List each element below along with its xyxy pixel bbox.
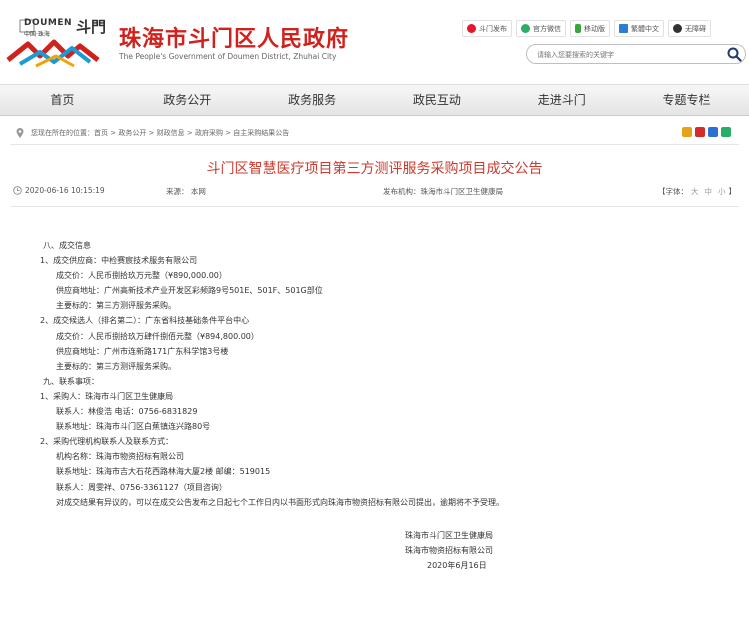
body-line: 2、采购代理机构联系人及联系方式： — [40, 437, 174, 447]
site-header: DOUMEN 中国·珠海 斗門 珠海市斗门区人民政府 The People's … — [0, 0, 749, 84]
nav-about-doumen[interactable]: 走进斗门 — [499, 85, 624, 115]
toplink-label: 繁體中文 — [631, 24, 659, 33]
toplink-wechat[interactable]: 官方微信 — [516, 20, 566, 37]
body-line: 机构名称：珠海市物资招标有限公司 — [56, 452, 184, 462]
publish-date: 2020-06-16 10:15:19 — [13, 186, 105, 195]
body-line: 对成交结果有异议的，可以在成交公告发布之日起七个工作日内以书面形式向珠海市物资招… — [56, 497, 504, 507]
divider — [10, 144, 739, 145]
renren-share-icon[interactable] — [708, 127, 718, 137]
publish-date-text: 2020-06-16 10:15:19 — [25, 186, 105, 195]
search-icon[interactable] — [727, 47, 742, 62]
body-line: 主要标的：第三方测评服务采购。 — [56, 361, 176, 371]
site-title-english: The People's Government of Doumen Distri… — [119, 52, 337, 61]
body-line: 1、采购人：珠海市斗门区卫生健康局 — [40, 391, 174, 401]
toplink-label: 斗门发布 — [479, 24, 507, 33]
nav-government-affairs[interactable]: 政务公开 — [125, 85, 250, 115]
font-size-large[interactable]: 大 — [691, 187, 699, 196]
nav-interaction[interactable]: 政民互动 — [374, 85, 499, 115]
body-line: 1、成交供应商：中检赛宸技术服务有限公司 — [40, 256, 198, 266]
weibo-share-icon[interactable] — [695, 127, 705, 137]
font-size-end: 】 — [728, 187, 737, 196]
toplink-accessibility[interactable]: 无障碍 — [668, 20, 711, 37]
toplink-weibo[interactable]: 斗门发布 — [462, 20, 512, 37]
body-line: 成交价：人民币捌拾玖万元整（¥890,000.00） — [56, 271, 227, 281]
publishing-org: 发布机构：珠海市斗门区卫生健康局 — [383, 187, 503, 196]
share-icons — [682, 127, 731, 137]
toplink-mobile[interactable]: 移动版 — [570, 20, 610, 37]
top-links: 斗门发布 官方微信 移动版 繁體中文 无障碍 — [462, 20, 711, 38]
breadcrumb[interactable]: 您现在所在的位置：首页 > 政务公开 > 财政信息 > 政府采购 > 自主采购结… — [31, 128, 289, 138]
toplink-label: 官方微信 — [533, 24, 561, 33]
clock-icon — [13, 186, 22, 195]
mobile-icon — [575, 24, 581, 33]
signoff-agency: 珠海市物资招标有限公司 — [405, 546, 493, 556]
divider — [10, 206, 739, 207]
wechat-share-icon[interactable] — [721, 127, 731, 137]
article-meta: 2020-06-16 10:15:19 来源： 本网 发布机构：珠海市斗门区卫生… — [0, 186, 749, 200]
font-size-medium[interactable]: 中 — [705, 187, 713, 196]
wechat-icon — [521, 24, 530, 33]
article-body: 八、成交信息 1、成交供应商：中检赛宸技术服务有限公司 成交价：人民币捌拾玖万元… — [40, 238, 730, 510]
traditional-chinese-icon — [619, 24, 628, 33]
article-title: 斗门区智慧医疗项目第三方测评服务采购项目成交公告 — [206, 161, 543, 177]
logo-text-china-zhuhai: 中国·珠海 — [24, 31, 50, 38]
body-line: 八、成交信息 — [43, 241, 91, 250]
toplink-traditional-chinese[interactable]: 繁體中文 — [614, 20, 664, 37]
breadcrumb-row: 您现在所在的位置：首页 > 政务公开 > 财政信息 > 政府采购 > 自主采购结… — [0, 124, 749, 142]
nav-home[interactable]: 首页 — [0, 85, 125, 115]
search-box — [526, 44, 746, 64]
logo-text-doumen-chinese: 斗門 — [76, 18, 107, 36]
body-line: 联系地址：珠海市斗门区白蕉镇连兴路80号 — [56, 422, 211, 432]
location-pin-icon — [16, 128, 24, 138]
font-size-switcher: 【字体：大中小】 — [658, 186, 736, 197]
body-line: 供应商地址：广州市连新路171广东科学馆3号楼 — [56, 346, 229, 356]
main-nav: 首页 政务公开 政务服务 政民互动 走进斗门 专题专栏 — [0, 84, 749, 116]
body-line: 主要标的：第三方测评服务采购。 — [56, 301, 176, 311]
body-line: 九、联系事项： — [43, 376, 99, 386]
accessibility-icon — [673, 24, 682, 33]
site-title[interactable]: 珠海市斗门区人民政府 — [119, 21, 349, 53]
search-input[interactable] — [537, 49, 717, 60]
signoff-purchaser: 珠海市斗门区卫生健康局 — [405, 531, 493, 540]
body-line: 联系人：林俊浩 电话：0756-6831829 — [56, 407, 198, 417]
toplink-label: 移动版 — [584, 24, 605, 33]
body-line: 联系地址：珠海市吉大石花西路林海大厦2楼 邮编：519015 — [56, 467, 271, 477]
font-size-small[interactable]: 小 — [718, 187, 726, 196]
nav-government-services[interactable]: 政务服务 — [250, 85, 375, 115]
logo-text-doumen: DOUMEN — [24, 18, 73, 28]
article-source: 来源： 本网 — [166, 187, 206, 196]
font-size-label: 【字体： — [658, 187, 688, 196]
nav-special-topics[interactable]: 专题专栏 — [624, 85, 749, 115]
body-line: 2、成交候选人（排名第二）：广东省科技基础条件平台中心 — [40, 316, 250, 326]
signoff-block: 珠海市斗门区卫生健康局 珠海市物资招标有限公司 2020年6月16日 — [405, 528, 493, 574]
body-line: 联系人：周雯祥、0756-3361127（项目咨询） — [56, 482, 227, 492]
qzone-share-icon[interactable] — [682, 127, 692, 137]
body-line: 供应商地址：广州高新技术产业开发区彩频路9号501E、501F、501G部位 — [56, 286, 323, 296]
body-line: 成交价：人民币捌拾玖万肆仟捌佰元整（¥894,800.00） — [56, 331, 259, 341]
signoff-date: 2020年6月16日 — [427, 561, 487, 571]
toplink-label: 无障碍 — [685, 24, 706, 33]
weibo-icon — [467, 24, 476, 33]
